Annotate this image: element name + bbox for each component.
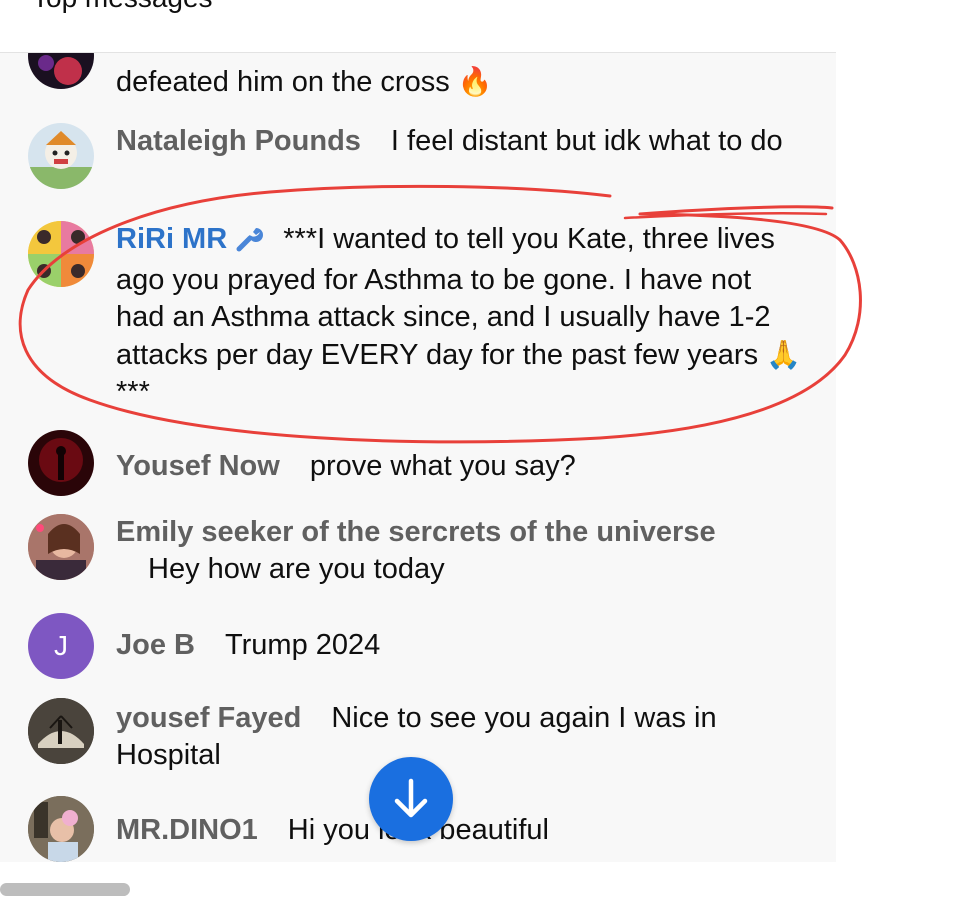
author-name[interactable]: Nataleigh Pounds (116, 125, 361, 157)
chat-list[interactable]: defeated him on the cross 🔥 Nataleigh Po… (0, 53, 836, 862)
author-name[interactable]: Emily seeker of the sercrets of the univ… (116, 516, 716, 548)
praying-hands-emoji: 🙏 (766, 338, 802, 371)
fire-emoji: 🔥 (457, 65, 493, 98)
chat-header: Top messages (0, 0, 836, 53)
author-name[interactable]: RiRi MR (116, 223, 265, 255)
scroll-to-bottom-button[interactable] (369, 757, 453, 841)
author-name[interactable]: Joe B (116, 629, 195, 661)
message-text: defeated him on the cross (116, 66, 450, 98)
message-text: I feel distant but idk what to do (390, 125, 783, 157)
author-name[interactable]: Yousef Now (116, 450, 280, 482)
header-title[interactable]: Top messages (32, 0, 213, 14)
avatar[interactable] (28, 123, 94, 189)
avatar[interactable] (28, 514, 94, 580)
avatar[interactable] (28, 53, 94, 89)
avatar-letter: J (54, 630, 68, 661)
author-name-label: RiRi MR (116, 223, 228, 255)
avatar[interactable] (28, 796, 94, 862)
wrench-icon (235, 224, 265, 262)
author-name[interactable]: yousef Fayed (116, 702, 301, 734)
message-text: Trump 2024 (224, 629, 381, 661)
message-suffix: *** (116, 376, 150, 408)
arrow-down-icon (394, 778, 428, 818)
avatar[interactable]: J (28, 613, 94, 679)
message-text: prove what you say? (309, 450, 576, 482)
avatar[interactable] (28, 698, 94, 764)
message-text: Hey how are you today (148, 553, 445, 585)
avatar[interactable] (28, 221, 94, 287)
avatar[interactable] (28, 430, 94, 496)
horizontal-scrollbar[interactable] (0, 883, 130, 896)
author-name[interactable]: MR.DINO1 (116, 814, 258, 846)
